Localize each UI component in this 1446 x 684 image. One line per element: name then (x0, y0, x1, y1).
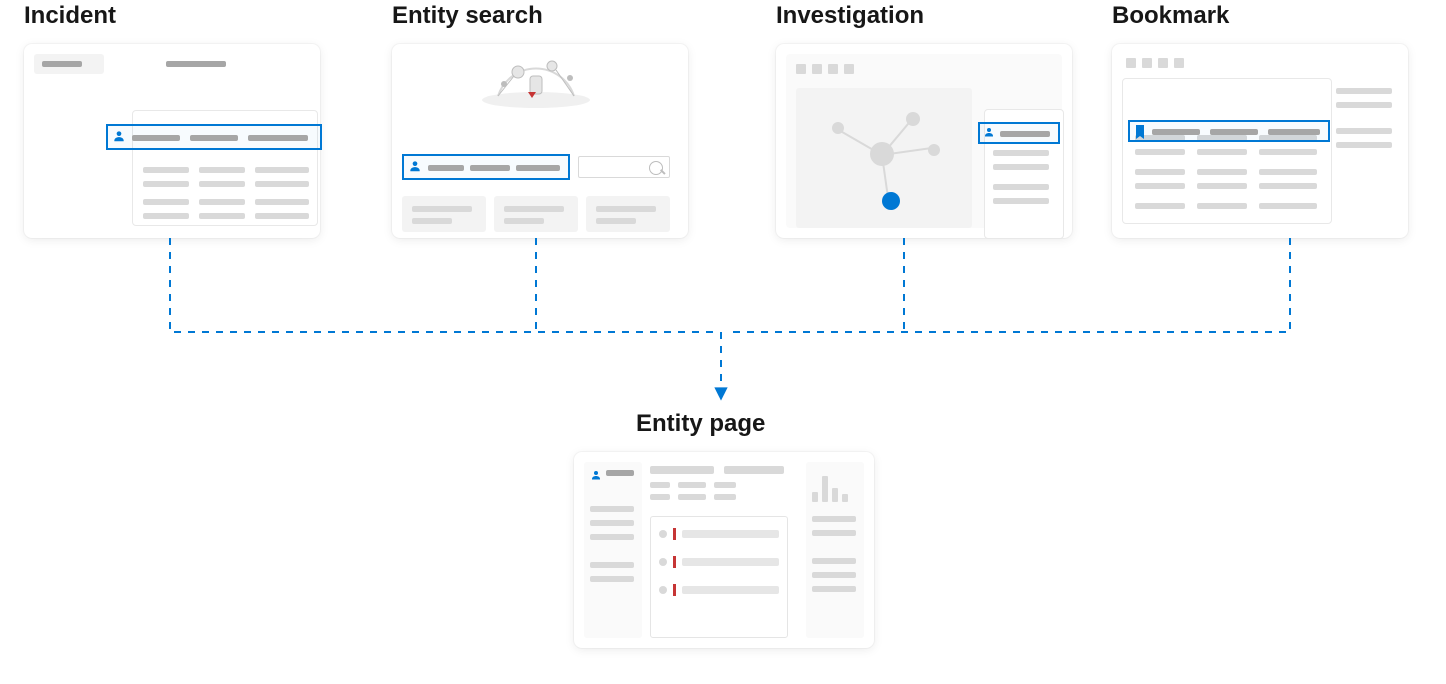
card-investigation (776, 44, 1072, 238)
window-controls-placeholder (1126, 58, 1184, 68)
label-entity-page: Entity page (636, 410, 765, 438)
entity-page-right-col (806, 462, 864, 638)
result-tile-placeholder (494, 196, 578, 232)
window-controls-placeholder (796, 64, 854, 74)
search-field-placeholder (578, 156, 670, 178)
investigation-entity-highlight (978, 122, 1060, 144)
user-icon (590, 468, 602, 486)
label-bookmark: Bookmark (1112, 2, 1229, 30)
result-tile-placeholder (586, 196, 670, 232)
label-entity-search: Entity search (392, 2, 543, 30)
result-tile-placeholder (402, 196, 486, 232)
mini-bar-chart-icon (812, 468, 858, 502)
card-entity-search (392, 44, 688, 238)
investigation-graph (796, 88, 972, 228)
card-incident (24, 44, 320, 238)
label-investigation: Investigation (776, 2, 924, 30)
entity-search-illustration (478, 52, 594, 108)
card-entity-page (574, 452, 874, 648)
user-icon (112, 129, 126, 143)
entity-page-alert-list (650, 516, 788, 638)
bookmark-list-panel (1122, 78, 1332, 224)
incident-sidebar-placeholder (34, 54, 104, 74)
entity-page-left-col (584, 462, 642, 638)
incident-header-text-placeholder (166, 61, 226, 67)
incident-entity-highlight (106, 124, 322, 150)
user-icon (408, 159, 422, 173)
selected-node (882, 192, 900, 210)
diagram-root: Incident Entity search Investigation Boo… (0, 0, 1446, 684)
bookmark-entity-highlight (1128, 120, 1330, 142)
user-icon (983, 126, 995, 138)
entity-search-query-highlight (402, 154, 570, 180)
label-incident: Incident (24, 2, 116, 30)
card-bookmark (1112, 44, 1408, 238)
bookmark-side-panel (1336, 78, 1398, 224)
bookmark-icon (1134, 125, 1146, 144)
entity-page-main-col (650, 462, 788, 638)
